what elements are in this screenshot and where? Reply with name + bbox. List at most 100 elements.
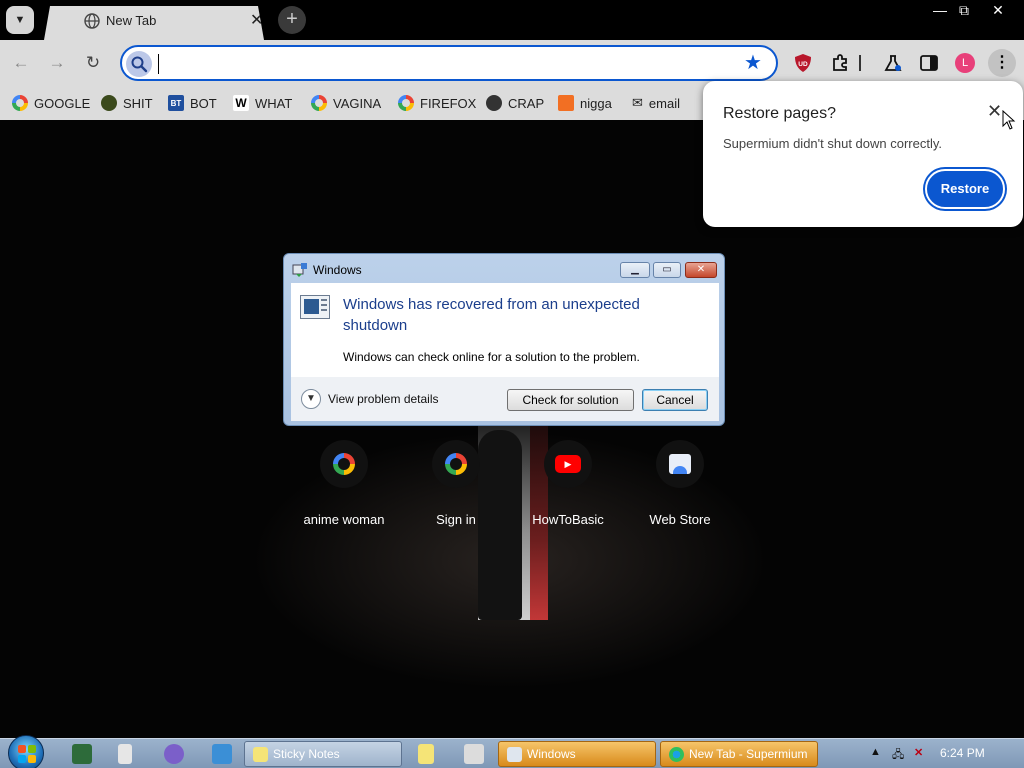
forward-button[interactable]: → (42, 48, 72, 78)
taskbar-supermium[interactable]: New Tab - Supermium (660, 741, 818, 767)
dialog-message: Windows can check online for a solution … (343, 350, 640, 364)
bt-icon: BT (168, 95, 184, 111)
address-bar[interactable]: ★ (120, 45, 778, 81)
app-icon[interactable] (164, 744, 184, 764)
shortcut-tile[interactable]: anime woman (288, 440, 400, 540)
shield-icon: UD (795, 54, 811, 72)
check-for-solution-button[interactable]: Check for solution (507, 389, 634, 411)
toolbar-divider (858, 50, 862, 76)
webstore-icon (656, 440, 704, 488)
expand-details-button[interactable]: ▼ (301, 389, 321, 409)
chevron-down-icon: ▼ (306, 393, 316, 404)
back-button[interactable]: ← (6, 48, 36, 78)
shortcut-tile[interactable]: Sign in (400, 440, 512, 540)
dialog-minimize-button[interactable]: ▁ (620, 262, 650, 278)
arrow-right-icon: → (48, 53, 66, 72)
labs-button[interactable] (880, 50, 906, 76)
shortcut-tile[interactable]: Web Store (624, 440, 736, 540)
profile-avatar[interactable]: L (952, 50, 978, 76)
google-icon (432, 440, 480, 488)
globe-icon (84, 13, 100, 29)
sticky-notes-icon (253, 747, 268, 762)
bookmark-firefox[interactable]: FIREFOX (398, 92, 476, 114)
mouse-cursor-icon (1002, 110, 1016, 130)
wikipedia-icon: W (233, 95, 249, 111)
menu-button[interactable]: ⋮ (988, 49, 1016, 77)
tab-new-tab[interactable]: New Tab ✕ (44, 6, 264, 40)
network-icon[interactable]: 🖧 (892, 746, 904, 765)
reload-icon: ↻ (85, 53, 101, 72)
taskbar: Sticky Notes Windows New Tab - Supermium… (0, 735, 1024, 768)
bookmark-vagina[interactable]: VAGINA (311, 92, 381, 114)
address-input[interactable] (158, 53, 738, 75)
google-icon (320, 440, 368, 488)
dialog-close-button[interactable]: ✕ (685, 262, 717, 278)
close-window-button[interactable]: ✕ (982, 0, 1014, 20)
printer-icon[interactable] (464, 744, 484, 764)
bookmark-email[interactable]: ✉ email (632, 92, 680, 114)
dialog-heading: Windows has recovered from an unexpected… (343, 296, 640, 334)
view-problem-details-link[interactable]: View problem details (328, 392, 439, 406)
reload-button[interactable]: ↻ (78, 48, 108, 78)
puzzle-icon (833, 54, 847, 71)
tab-strip: ▼ New Tab ✕ + — ⧉ ✕ (0, 0, 1024, 40)
dialog-footer: ▼ View problem details Check for solutio… (291, 377, 719, 421)
supermium-icon (669, 747, 684, 762)
text-caret (158, 54, 159, 74)
ublock-extension-button[interactable]: UD (790, 50, 816, 76)
mail-icon: ✉ (632, 95, 643, 110)
maximize-button[interactable]: ⧉ (948, 0, 980, 20)
show-hidden-icons-icon[interactable]: ▲ (870, 746, 881, 758)
start-button[interactable] (8, 735, 44, 768)
restore-title: Restore pages? (723, 105, 836, 122)
svg-text:UD: UD (798, 61, 808, 68)
side-panel-icon (920, 55, 938, 71)
bookmark-nigga[interactable]: nigga (558, 92, 612, 114)
bookmark-google[interactable]: GOOGLE (12, 92, 90, 114)
chevron-down-icon: ▼ (14, 14, 26, 26)
bookmark-star-icon[interactable]: ★ (744, 52, 762, 74)
bookmark-what[interactable]: W WHAT (233, 92, 292, 114)
flask-icon (884, 55, 902, 71)
windows-app-icon (507, 747, 522, 762)
youtube-icon: ▶ (544, 440, 592, 488)
recovery-dialog: Windows ▁ ▭ ✕ Windows has recovered from… (283, 253, 725, 426)
browser-toolbar: ← → ↻ ★ UD L ⋮ (0, 40, 1024, 86)
site-icon (101, 95, 117, 111)
google-icon (12, 95, 28, 111)
windows-app-icon (292, 263, 307, 277)
taskbar-clock[interactable]: 6:24 PM (940, 746, 985, 760)
extensions-button[interactable] (827, 50, 853, 76)
side-panel-button[interactable] (916, 50, 942, 76)
terminal-icon[interactable] (72, 744, 92, 764)
dialog-maximize-button[interactable]: ▭ (653, 262, 681, 278)
notes-icon[interactable] (418, 744, 434, 764)
tab-close-icon[interactable]: ✕ (250, 10, 263, 30)
google-icon (311, 95, 327, 111)
search-icon (126, 51, 152, 77)
volume-muted-icon[interactable]: ✕ (914, 746, 923, 759)
desktop-screen: ▼ New Tab ✕ + — ⧉ ✕ ← → ↻ ★ UD L ⋮ GOOGL… (0, 0, 1024, 768)
arrow-left-icon: ← (12, 53, 30, 72)
taskbar-sticky-notes[interactable]: Sticky Notes (244, 741, 402, 767)
close-icon[interactable]: ✕ (987, 101, 1002, 122)
more-vertical-icon: ⋮ (994, 54, 1010, 71)
restore-message: Supermium didn't shut down correctly. (723, 136, 943, 151)
soundcloud-icon (558, 95, 574, 111)
cancel-button[interactable]: Cancel (642, 389, 708, 411)
site-icon (486, 95, 502, 111)
tab-search-button[interactable]: ▼ (6, 6, 34, 34)
dialog-body: Windows has recovered from an unexpected… (291, 283, 719, 377)
document-icon[interactable] (118, 744, 132, 764)
tab-title: New Tab (106, 13, 157, 28)
new-tab-button[interactable]: + (278, 6, 306, 34)
bookmark-crap[interactable]: CRAP (486, 92, 544, 114)
restore-button[interactable]: Restore (925, 169, 1005, 209)
bookmark-shit[interactable]: SHIT (101, 92, 153, 114)
vscode-icon[interactable] (212, 744, 232, 764)
bookmark-bot[interactable]: BT BOT (168, 92, 217, 114)
taskbar-windows[interactable]: Windows (498, 741, 656, 767)
google-icon (398, 95, 414, 111)
shortcut-tile[interactable]: ▶ HowToBasic (512, 440, 624, 540)
windows-logo-icon (18, 745, 36, 763)
